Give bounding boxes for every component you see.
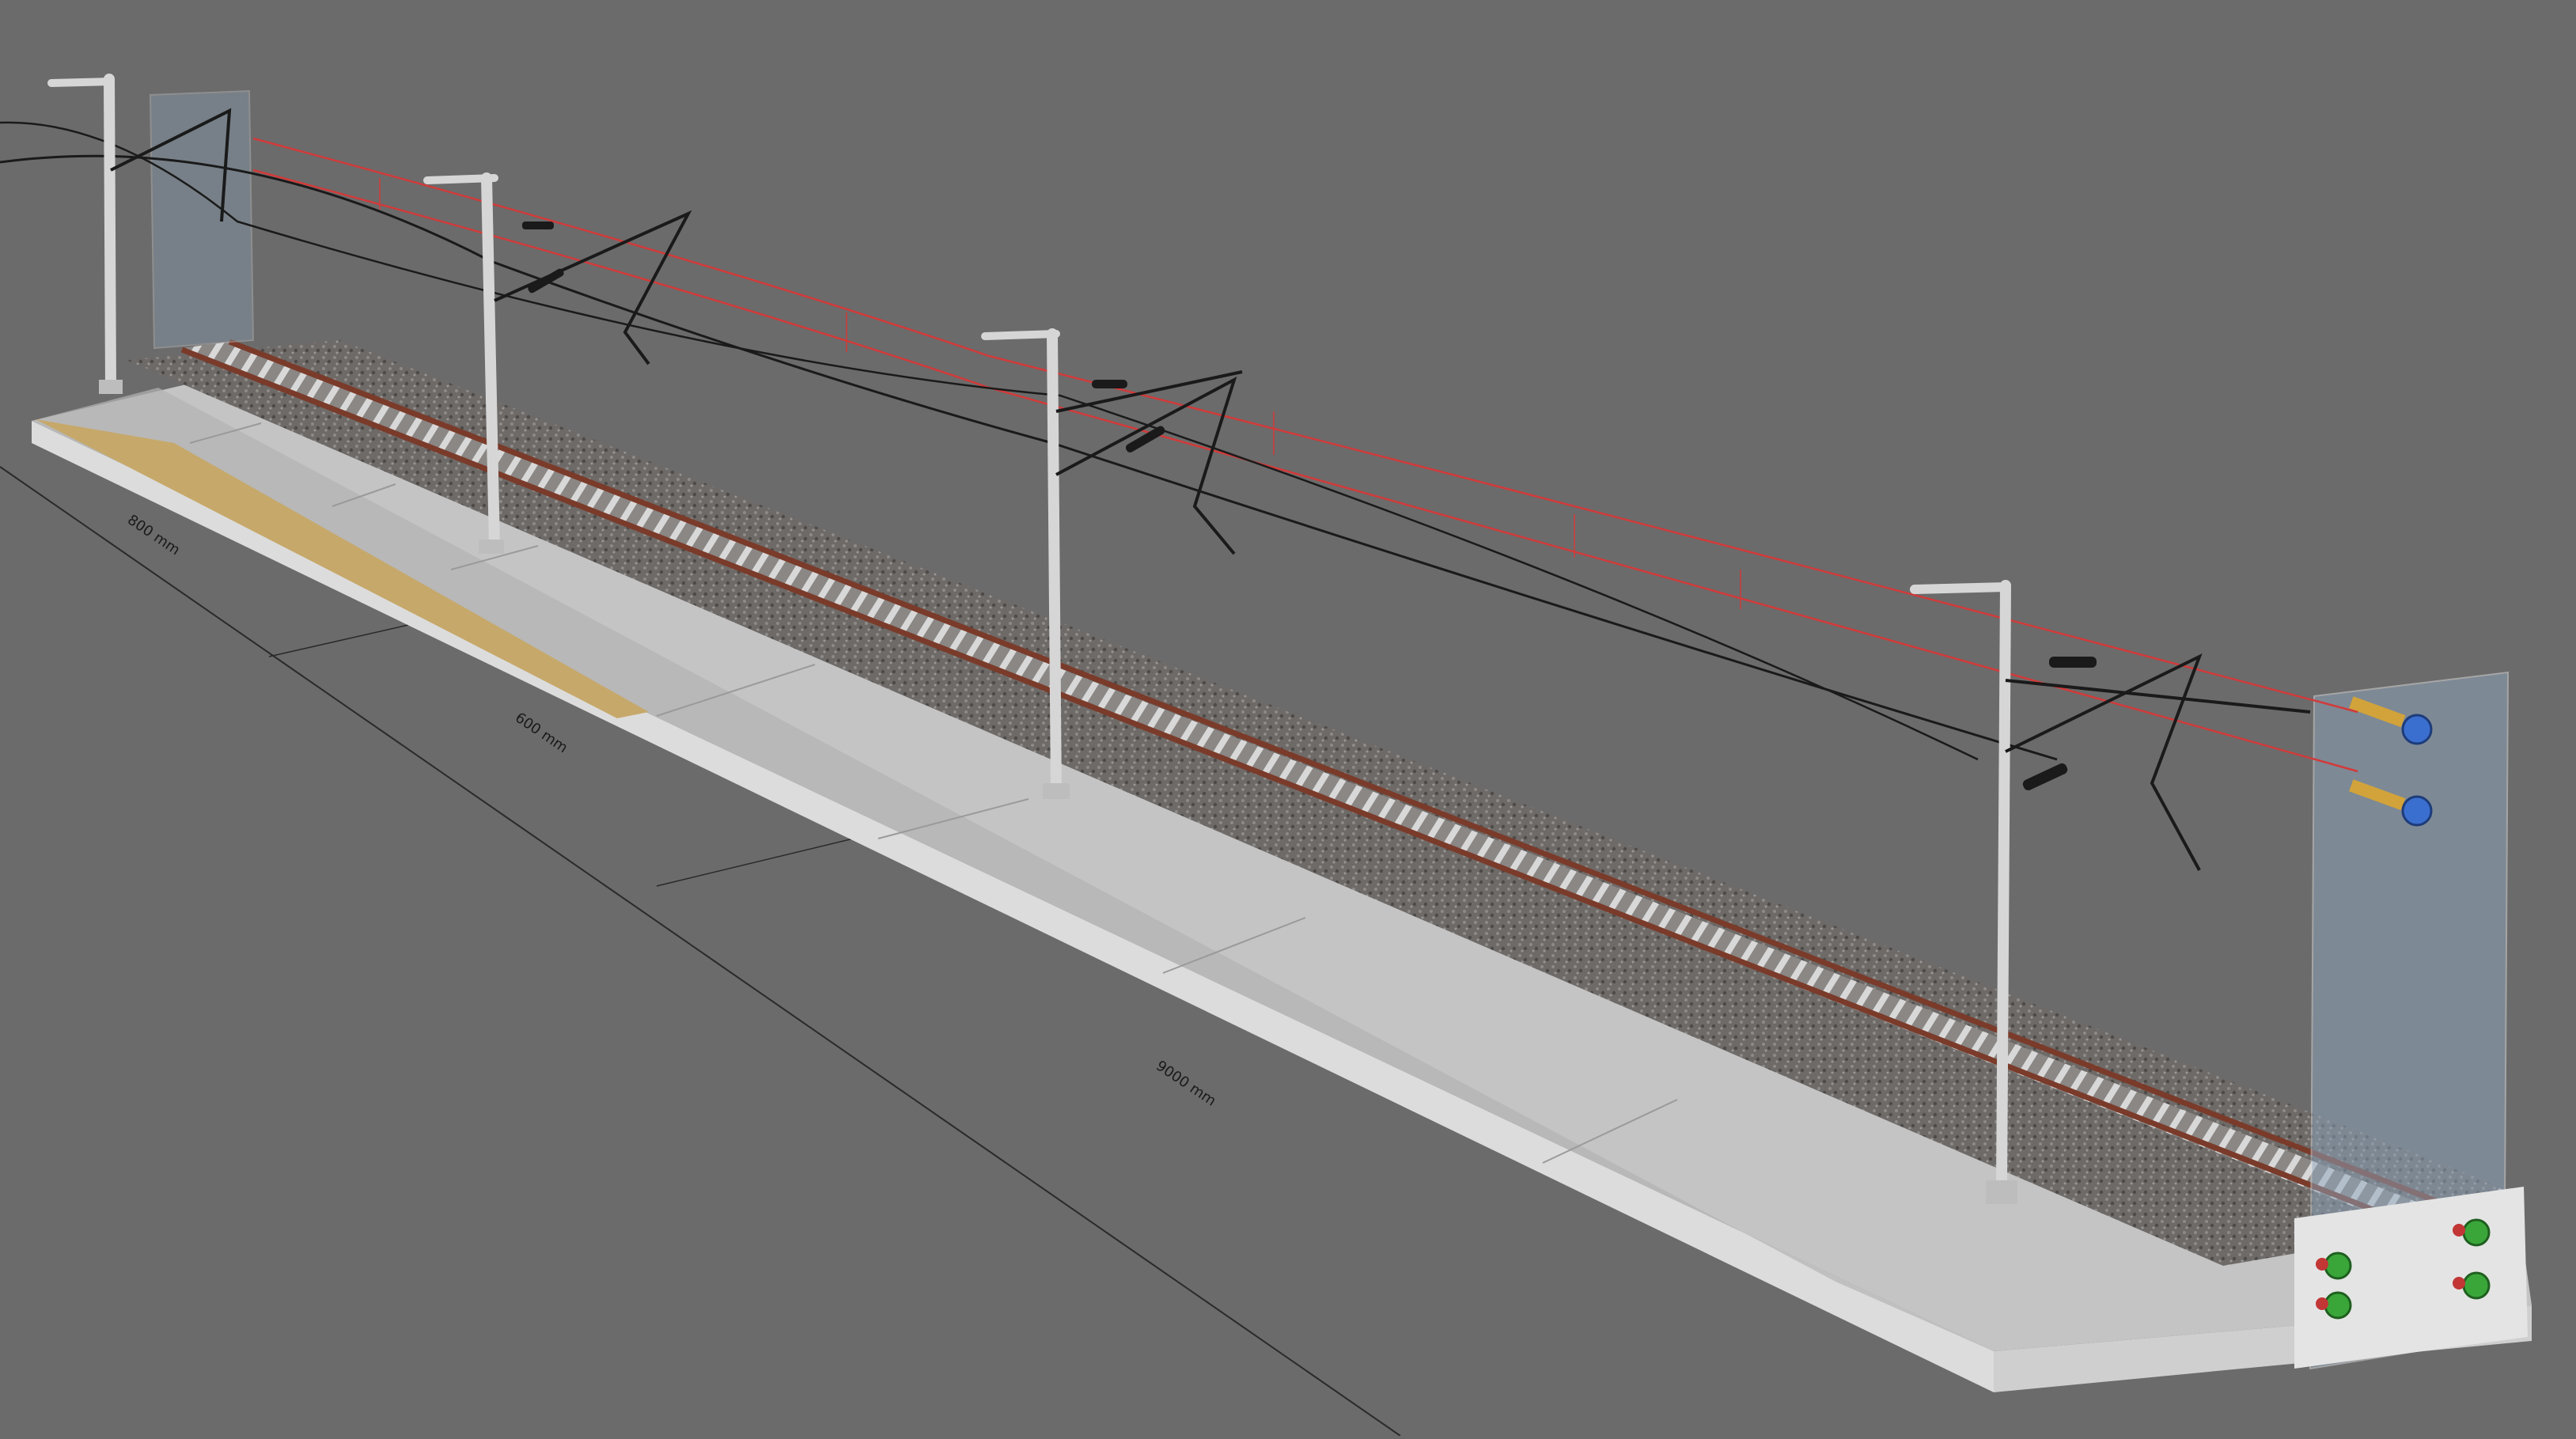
track[interactable] [180, 339, 2468, 1230]
sleepers [182, 342, 2468, 1230]
dimension-label-9000: 9000 mm [1153, 1058, 1219, 1110]
platform-end-face [2294, 1187, 2528, 1369]
rail-right [228, 339, 2462, 1214]
glass-panel-back [149, 89, 255, 350]
rail-left [180, 346, 2407, 1225]
dimension-label-600: 600 mm [512, 710, 570, 756]
dimension-label-800: 800 mm [124, 512, 183, 559]
mast-1[interactable] [47, 74, 123, 394]
end-panel[interactable] [2294, 671, 2528, 1370]
scene-canvas: 800 mm 600 mm 9000 mm [0, 74, 2532, 1437]
3d-viewport[interactable]: 800 mm 600 mm 9000 mm [0, 0, 2576, 1437]
